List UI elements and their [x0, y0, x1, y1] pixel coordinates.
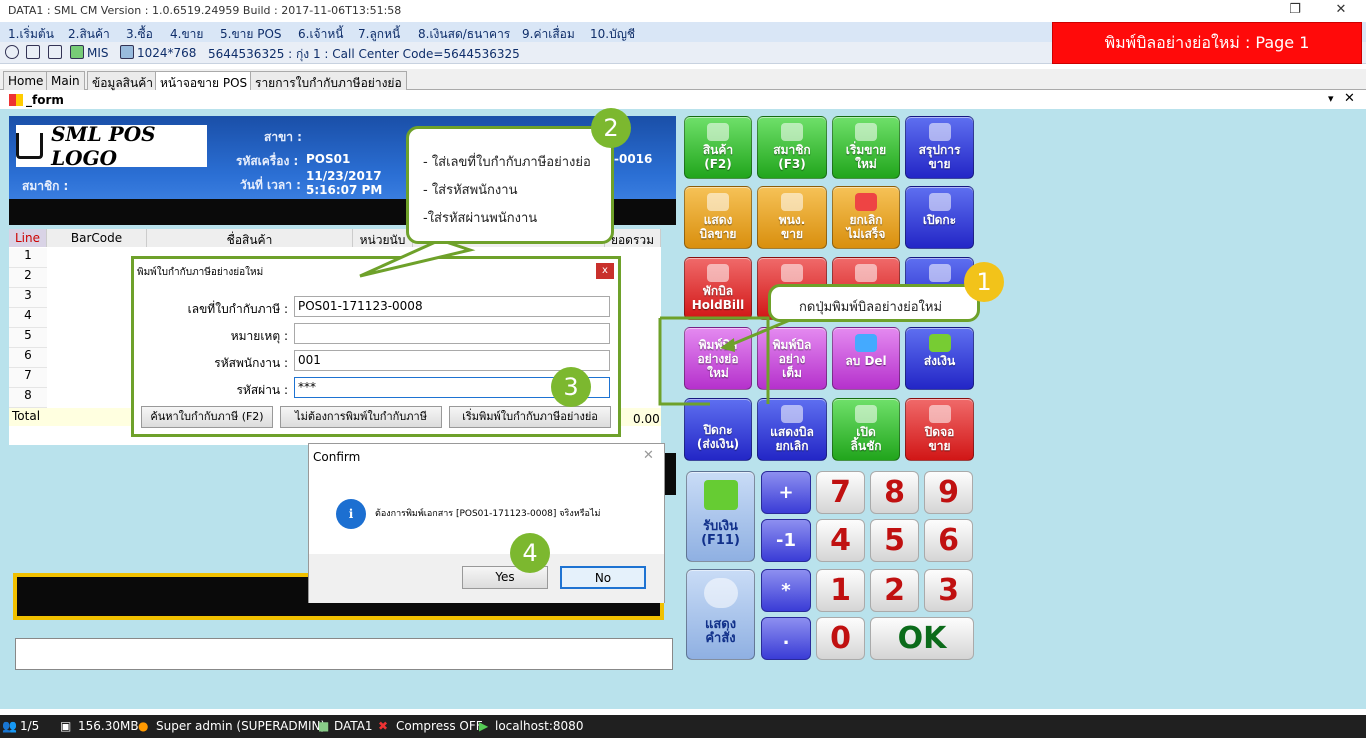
step-3-badge: 3: [551, 367, 591, 407]
server-icon: ▶: [479, 719, 489, 733]
bracket-line: [658, 318, 710, 406]
step-1-badge: 1: [964, 262, 1004, 302]
users-icon: 👥: [2, 719, 17, 733]
page-indicator: 1/5: [20, 719, 40, 733]
current-user: Super admin (SUPERADMIN): [156, 719, 326, 733]
server-host: localhost:8080: [495, 719, 584, 733]
compress-icon: ✖: [378, 719, 389, 733]
bracket-line-right: [660, 316, 770, 404]
database-name: DATA1: [334, 719, 373, 733]
database-icon: ■: [318, 719, 330, 733]
callout-1-text: กดปุ่มพิมพ์บิลอย่างย่อใหม่: [799, 300, 943, 315]
callout-1-pointer: [727, 318, 791, 348]
status-bar: 👥 1/5 ▣ 156.30MB ● Super admin (SUPERADM…: [0, 715, 1366, 738]
memory-usage: 156.30MB: [78, 719, 139, 733]
compress-status: Compress OFF: [396, 719, 483, 733]
callout-1: กดปุ่มพิมพ์บิลอย่างย่อใหม่: [768, 284, 980, 322]
callout-1-arrowhead: [720, 338, 735, 352]
step-2-badge: 2: [591, 108, 631, 148]
callout-2: - ใส่เลขที่ใบกำกับภาษีอย่างย่อ - ใส่รหัส…: [406, 126, 614, 244]
step-4-badge: 4: [510, 533, 550, 573]
annotation-lines: [359, 238, 791, 406]
memory-icon: ▣: [60, 719, 72, 733]
callout-2-tail: [359, 238, 476, 278]
callout-2-line-1: - ใส่เลขที่ใบกำกับภาษีอย่างย่อ: [423, 155, 591, 170]
callout-2-line-2: - ใส่รหัสพนักงาน: [423, 183, 518, 198]
callout-2-line-3: -ใส่รหัสผ่านพนักงาน: [423, 211, 538, 226]
user-icon: ●: [138, 719, 149, 733]
